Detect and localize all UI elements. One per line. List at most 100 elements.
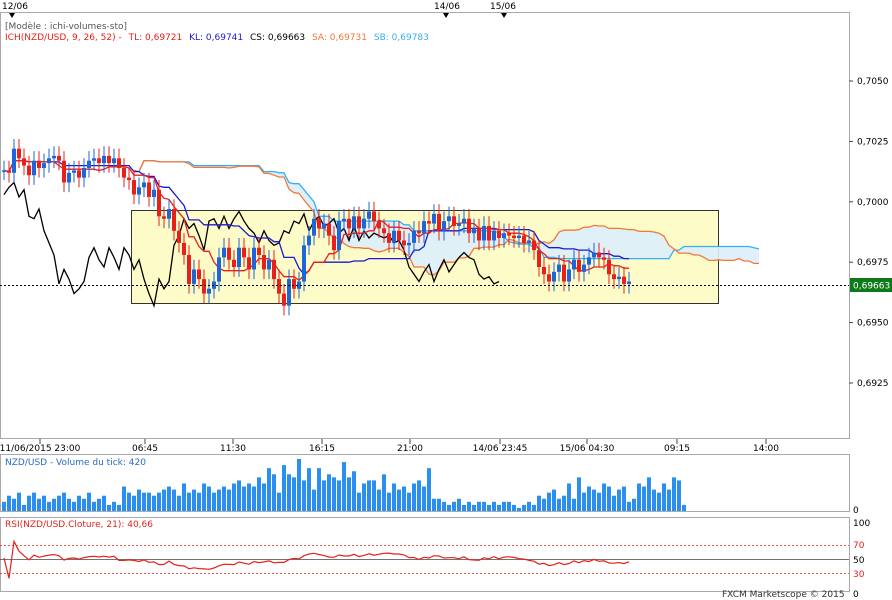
volume-bar: [377, 489, 381, 511]
candle-body: [272, 259, 276, 280]
volume-bar: [462, 504, 466, 511]
candle-body: [322, 223, 326, 229]
candle-body: [337, 221, 341, 251]
candle-body: [392, 230, 396, 243]
price-axis: 0,7050 0,7025 0,7000 0,6975 0,6950 0,6925: [849, 77, 889, 389]
volume-bar: [202, 483, 206, 511]
volume-bar: [147, 492, 151, 511]
volume-bar: [602, 483, 606, 511]
volume-bar: [57, 495, 61, 511]
volume-bar: [367, 480, 371, 511]
volume-bar: [72, 501, 76, 511]
top-marker-12-06: 12/06: [2, 2, 28, 12]
candle-body: [107, 155, 111, 164]
ichimoku-params: ICH(NZD/USD, 9, 26, 52) -: [5, 33, 122, 43]
volume-bar: [617, 489, 621, 511]
volume-bar: [152, 495, 156, 511]
volume-bar: [642, 486, 646, 511]
candle-body: [627, 281, 631, 284]
candle-body: [482, 225, 486, 241]
volume-bar: [247, 483, 251, 511]
volume-bar: [217, 489, 221, 511]
candle-body: [22, 158, 26, 166]
volume-bar: [292, 477, 296, 511]
volume-zero-label: 0: [853, 506, 859, 516]
volume-bar: [607, 486, 611, 511]
volume-bar: [162, 489, 166, 511]
candle-body: [382, 228, 386, 234]
time-label: 09:15: [664, 444, 690, 454]
volume-bar: [437, 498, 441, 511]
volume-bar: [352, 471, 356, 511]
volume-bar: [572, 498, 576, 511]
rsi-label-100: 100: [853, 519, 870, 529]
volume-bar: [82, 498, 86, 511]
top-marker-15-06: 15/06: [490, 2, 516, 12]
candle-body: [207, 288, 211, 294]
volume-bar: [472, 504, 476, 511]
volume-bar: [27, 495, 31, 511]
volume-bar: [322, 480, 326, 511]
candle-body: [507, 233, 511, 236]
candle-body: [327, 223, 331, 236]
price-label: 0,6975: [857, 258, 889, 268]
volume-bar: [337, 480, 341, 511]
candle-body: [217, 257, 221, 282]
candle-body: [142, 182, 146, 188]
time-label: 06:45: [132, 444, 158, 454]
candle-body: [617, 276, 621, 280]
candle-body: [427, 221, 431, 224]
volume-bar: [262, 483, 266, 511]
volume-bar: [252, 486, 256, 511]
model-label: [Modèle : ichi-volumes-sto]: [5, 21, 127, 32]
top-marker-14-06: 14/06: [434, 2, 460, 12]
price-label: 0,6950: [857, 319, 889, 329]
volume-bar: [357, 492, 361, 511]
candle-body: [592, 252, 596, 258]
volume-bar: [187, 492, 191, 511]
volume-bar: [492, 501, 496, 511]
candle-body: [412, 230, 416, 243]
candle-body: [187, 254, 191, 284]
volume-bar: [647, 477, 651, 511]
volume-bar: [542, 498, 546, 511]
candle-body: [612, 274, 616, 280]
time-label: 14:00: [753, 444, 779, 454]
volume-bar: [482, 501, 486, 511]
volume-bar: [12, 498, 16, 511]
candle-body: [332, 235, 336, 251]
volume-bar: [332, 477, 336, 511]
volume-bar: [522, 504, 526, 511]
volume-bar: [562, 495, 566, 511]
volume-bar: [502, 501, 506, 511]
candle-body: [602, 257, 606, 260]
volume-bar: [127, 492, 131, 511]
candle-body: [197, 269, 201, 280]
volume-bar: [7, 495, 11, 511]
candle-body: [572, 259, 576, 270]
volume-bar: [672, 477, 676, 511]
copyright: FXCM Marketscope © 2015: [722, 590, 845, 600]
candle-body: [267, 259, 271, 270]
candle-body: [317, 218, 321, 229]
candle-body: [287, 279, 291, 306]
volume-bar: [622, 486, 626, 511]
tenkan-value: TL: 0,69721: [128, 33, 183, 43]
candle-body: [407, 242, 411, 246]
candle-body: [352, 216, 356, 229]
volume-bar: [447, 504, 451, 511]
candle-body: [517, 235, 521, 239]
volume-bar: [387, 492, 391, 511]
time-label: 11:30: [220, 444, 246, 454]
volume-bar: [467, 501, 471, 511]
volume-bar: [362, 483, 366, 511]
volume-bar: [667, 489, 671, 511]
candle-body: [422, 221, 426, 234]
candle-body: [552, 271, 556, 282]
volume-bar: [422, 486, 426, 511]
candle-body: [247, 257, 251, 270]
volume-bar: [632, 498, 636, 511]
candle-body: [77, 170, 81, 178]
rsi-label-70: 70: [853, 541, 865, 551]
volume-bar: [557, 498, 561, 511]
